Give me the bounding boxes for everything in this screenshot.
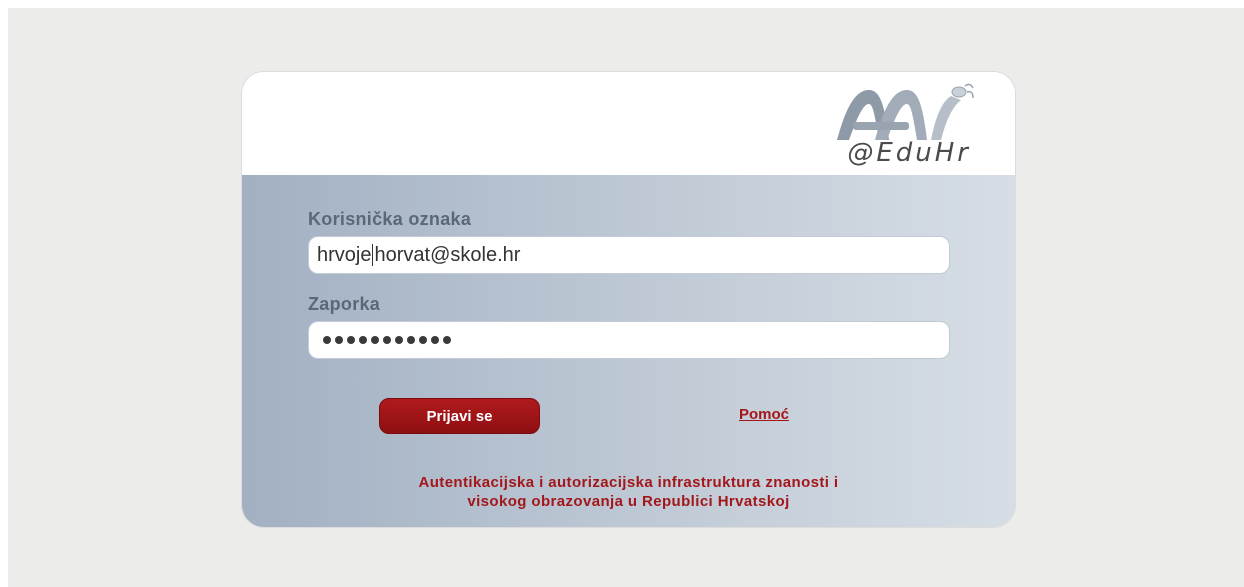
password-dot	[419, 336, 427, 344]
text-caret	[372, 244, 374, 266]
password-dot	[407, 336, 415, 344]
login-button[interactable]: Prijavi se	[379, 398, 540, 434]
logo-text: @EduHr	[847, 138, 971, 168]
help-link[interactable]: Pomoć	[739, 406, 789, 423]
username-input[interactable]: hrvoje horvat@skole.hr	[308, 236, 950, 274]
password-dot	[371, 336, 379, 344]
username-value-part2: horvat@skole.hr	[374, 243, 521, 266]
username-value-part1: hrvoje	[317, 243, 372, 266]
password-mask	[323, 336, 451, 344]
login-card: @EduHr Korisnička oznaka hrvoje horvat@sk…	[242, 72, 1015, 527]
password-dot	[383, 336, 391, 344]
password-dot	[359, 336, 367, 344]
aai-logo: @EduHr	[827, 78, 977, 170]
password-dot	[347, 336, 355, 344]
password-label: Zaporka	[308, 294, 381, 314]
password-dot	[323, 336, 331, 344]
footer-line-1: Autentikacijska i autorizacijska infrast…	[418, 474, 839, 491]
login-form-panel: Korisnička oznaka hrvoje horvat@skole.hr …	[242, 175, 1015, 527]
card-header: @EduHr	[242, 72, 1015, 175]
username-label: Korisnička oznaka	[308, 209, 472, 229]
password-dot	[443, 336, 451, 344]
footer-line-2: visokog obrazovanja u Republici Hrvatsko…	[467, 493, 790, 510]
password-dot	[395, 336, 403, 344]
footer-description: Autentikacijska i autorizacijska infrast…	[242, 473, 1015, 511]
password-dot	[335, 336, 343, 344]
password-input[interactable]	[308, 321, 950, 359]
password-dot	[431, 336, 439, 344]
